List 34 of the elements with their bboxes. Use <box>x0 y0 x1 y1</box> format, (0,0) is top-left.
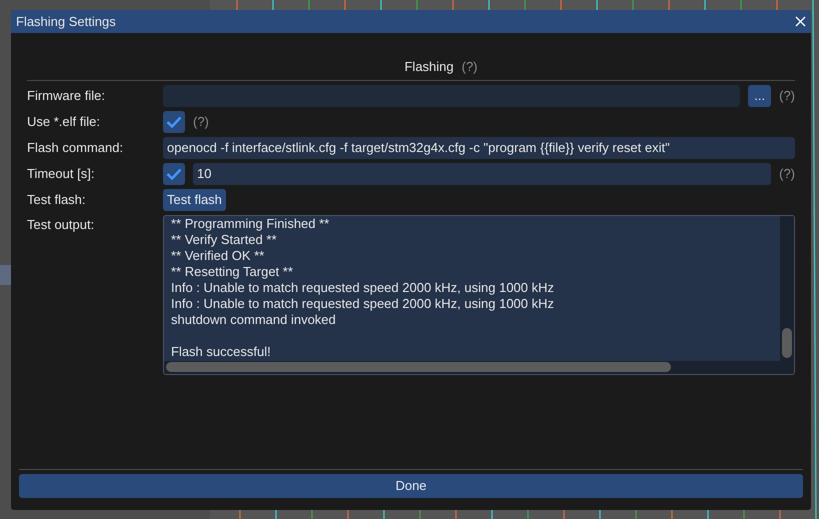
output-text-area[interactable] <box>163 214 795 374</box>
timeout-input-field[interactable]: 10 <box>193 162 772 184</box>
command-input-field[interactable]: openocd -f interface/stlink.cfg -f target/stm32g4x.cfg -c "program {{file}} verify reset exit" <box>163 136 795 158</box>
checkmark-icon <box>166 168 182 180</box>
vertical-scrollbar[interactable] <box>780 216 794 360</box>
done-button[interactable]: Done <box>19 474 803 498</box>
field-label: Firmware file: <box>27 86 106 105</box>
window-title: Flashing Settings <box>16 12 116 31</box>
output-line: ** Programming Finished ** <box>171 216 330 232</box>
field-label: Test flash: <box>27 190 87 209</box>
help-marker[interactable]: (?) <box>779 86 795 106</box>
help-marker[interactable]: (?) <box>462 57 478 76</box>
field-label: Timeout [s]: <box>27 164 96 183</box>
help-marker[interactable]: (?) <box>193 112 209 132</box>
browse-button[interactable]: ... <box>748 84 772 106</box>
section-title: Flashing <box>404 58 454 76</box>
field-label: Flash command: <box>27 138 124 157</box>
output-line: ** Verify Started ** <box>171 232 278 248</box>
checkbox[interactable] <box>163 110 185 132</box>
output-line: shutdown command invoked <box>171 312 337 328</box>
output-line: ** Resetting Target ** <box>171 264 294 280</box>
file-input-field[interactable] <box>163 84 740 106</box>
checkmark-icon <box>166 116 182 128</box>
output-line: Flash successful! <box>171 344 272 360</box>
output-line: Info : Unable to match requested speed 2000 kHz, using 1000 kHz <box>171 296 556 312</box>
close-icon[interactable] <box>795 16 806 27</box>
output-line: Info : Unable to match requested speed 2000 kHz, using 1000 kHz <box>171 280 556 296</box>
help-marker[interactable]: (?) <box>779 164 795 184</box>
checkbox[interactable] <box>163 162 185 184</box>
field-label: Test output: <box>27 216 96 234</box>
field-label: Use *.elf file: <box>27 112 101 131</box>
test-flash-button[interactable]: Test flash <box>163 188 226 210</box>
output-line: ** Verified OK ** <box>171 248 266 264</box>
horizontal-scrollbar[interactable] <box>164 360 794 374</box>
